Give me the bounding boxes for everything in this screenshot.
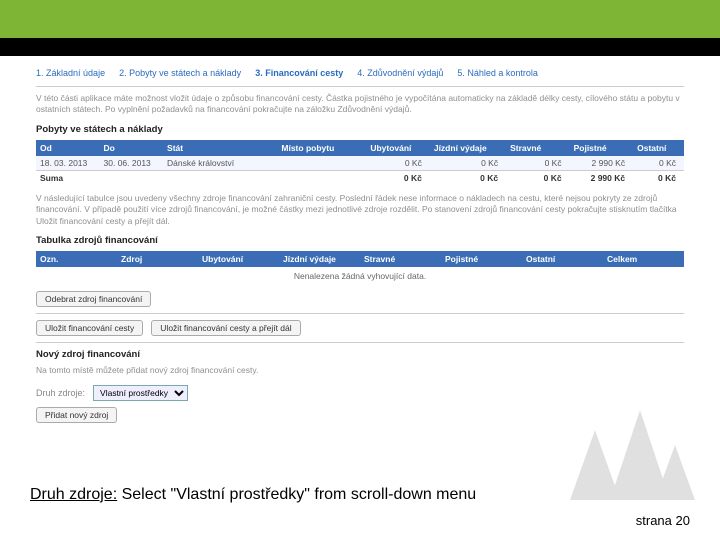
- source-type-label: Druh zdroje:: [36, 388, 85, 398]
- sum-insurance: 2 990 Kč: [570, 170, 634, 185]
- add-source-button[interactable]: Přidat nový zdroj: [36, 407, 117, 423]
- cell-other: 0 Kč: [633, 156, 684, 171]
- intro-text: V této části aplikace máte možnost vloži…: [36, 93, 684, 116]
- col-meals2: Stravné: [360, 251, 441, 267]
- sources-table-header: Ozn. Zdroj Ubytování Jízdní výdaje Strav…: [36, 251, 684, 267]
- col-accom: Ubytování: [366, 140, 430, 156]
- col-insurance: Pojistné: [570, 140, 634, 156]
- divider: [36, 86, 684, 87]
- divider: [36, 313, 684, 314]
- cell-travel: 0 Kč: [430, 156, 506, 171]
- table-row: 18. 03. 2013 30. 06. 2013 Dánské královs…: [36, 156, 684, 171]
- col-source: Zdroj: [117, 251, 198, 267]
- col-from: Od: [36, 140, 100, 156]
- presentation-header: [0, 0, 720, 56]
- sum-meals: 0 Kč: [506, 170, 570, 185]
- page-num: 20: [676, 513, 690, 528]
- col-travel2: Jízdní výdaje: [279, 251, 360, 267]
- col-state: Stát: [163, 140, 277, 156]
- cell-place: [277, 156, 366, 171]
- col-insurance2: Pojistné: [441, 251, 522, 267]
- step-stays[interactable]: 2. Pobyty ve státech a náklady: [119, 68, 241, 78]
- col-other2: Ostatní: [522, 251, 603, 267]
- form-panel: 1. Základní údaje 2. Pobyty ve státech a…: [0, 56, 720, 423]
- step-basic[interactable]: 1. Základní údaje: [36, 68, 105, 78]
- cell-accom: 0 Kč: [366, 156, 430, 171]
- no-data-text: Nenalezena žádná vyhovující data.: [36, 267, 684, 285]
- cell-state: Dánské království: [163, 156, 277, 171]
- col-place: Místo pobytu: [277, 140, 366, 156]
- remove-source-button[interactable]: Odebrat zdroj financování: [36, 291, 151, 307]
- step-financing[interactable]: 3. Financování cesty: [255, 68, 343, 78]
- source-type-row: Druh zdroje: Vlastní prostředky: [36, 385, 684, 401]
- sum-other: 0 Kč: [633, 170, 684, 185]
- divider: [36, 342, 684, 343]
- col-other: Ostatní: [633, 140, 684, 156]
- cell-meals: 0 Kč: [506, 156, 570, 171]
- cell-from: 18. 03. 2013: [36, 156, 100, 171]
- source-type-select[interactable]: Vlastní prostředky: [93, 385, 188, 401]
- col-travel: Jízdní výdaje: [430, 140, 506, 156]
- stays-table: Od Do Stát Místo pobytu Ubytování Jízdní…: [36, 140, 684, 185]
- watermark-icon: [560, 410, 700, 500]
- sum-travel: 0 Kč: [430, 170, 506, 185]
- annotation-rest: Select "Vlastní prostředky" from scroll-…: [117, 486, 476, 503]
- sum-accom: 0 Kč: [366, 170, 430, 185]
- cell-insurance: 2 990 Kč: [570, 156, 634, 171]
- sources-table: Ozn. Zdroj Ubytování Jízdní výdaje Strav…: [36, 251, 684, 285]
- save-next-button[interactable]: Uložit financování cesty a přejít dál: [151, 320, 300, 336]
- no-data-row: Nenalezena žádná vyhovující data.: [36, 267, 684, 285]
- slide-annotation: Druh zdroje: Select "Vlastní prostředky"…: [30, 486, 476, 504]
- col-total: Celkem: [603, 251, 684, 267]
- section-title-stays: Pobyty ve státech a náklady: [36, 124, 684, 135]
- green-strip: [0, 0, 720, 38]
- sources-intro: V následující tabulce jsou uvedeny všech…: [36, 193, 684, 227]
- col-meals: Stravné: [506, 140, 570, 156]
- annotation-prefix: Druh zdroje:: [30, 486, 117, 503]
- stays-table-header: Od Do Stát Místo pobytu Ubytování Jízdní…: [36, 140, 684, 156]
- save-button[interactable]: Uložit financování cesty: [36, 320, 143, 336]
- step-justification[interactable]: 4. Zdůvodnění výdajů: [357, 68, 443, 78]
- col-to: Do: [100, 140, 164, 156]
- page-number: strana 20: [636, 513, 690, 528]
- sum-row: Suma 0 Kč 0 Kč 0 Kč 2 990 Kč 0 Kč: [36, 170, 684, 185]
- section-title-newsource: Nový zdroj financování: [36, 349, 684, 360]
- wizard-steps: 1. Základní údaje 2. Pobyty ve státech a…: [36, 64, 684, 84]
- newsource-intro: Na tomto místě můžete přidat nový zdroj …: [36, 365, 684, 376]
- cell-to: 30. 06. 2013: [100, 156, 164, 171]
- sum-label: Suma: [36, 170, 366, 185]
- col-accom2: Ubytování: [198, 251, 279, 267]
- step-review[interactable]: 5. Náhled a kontrola: [457, 68, 538, 78]
- col-mark: Ozn.: [36, 251, 117, 267]
- page-label: strana: [636, 513, 672, 528]
- section-title-sources: Tabulka zdrojů financování: [36, 235, 684, 246]
